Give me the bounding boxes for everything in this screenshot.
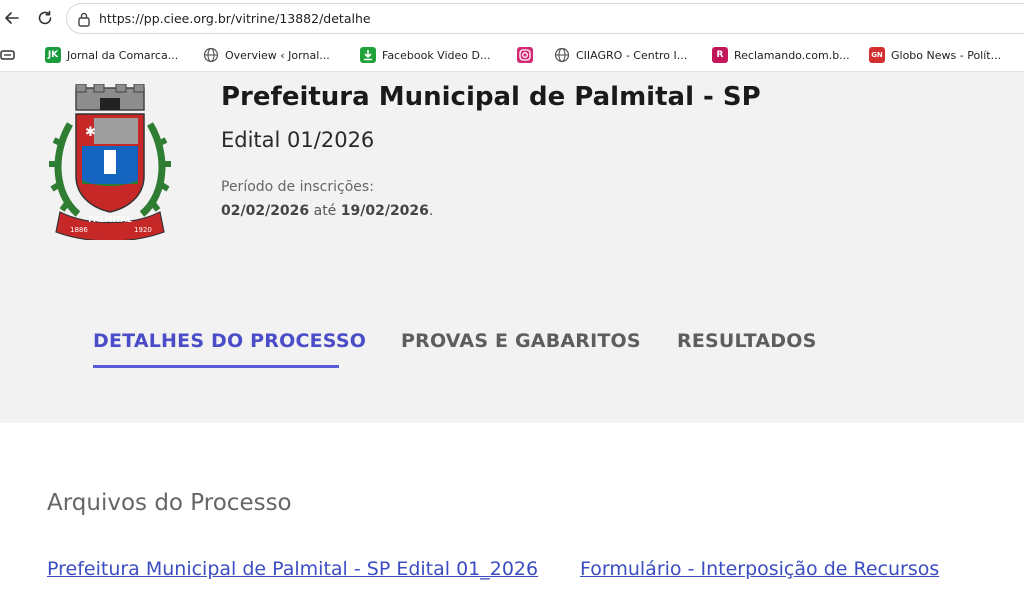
data-inicio: 02/02/2026 [221, 203, 310, 219]
address-bar[interactable]: https://pp.ciee.org.br/vitrine/13882/det… [66, 3, 1024, 34]
bookmarks-bar: JK Jornal da Comarca... Overview ‹ Jorna… [0, 38, 1024, 72]
bookmark-ciiagro[interactable]: CIIAGRO - Centro I... [554, 46, 687, 64]
reload-button[interactable] [33, 6, 57, 30]
bookmark-label: Reclamando.com.b... [734, 48, 850, 62]
tab-provas-e-gabaritos[interactable]: PROVAS E GABARITOS [401, 330, 641, 352]
back-button[interactable] [0, 6, 24, 30]
crest-year-left: 1886 [70, 226, 88, 234]
edital-file-link[interactable]: Prefeitura Municipal de Palmital - SP Ed… [47, 558, 538, 580]
globe-icon [203, 47, 219, 63]
download-icon [360, 47, 376, 63]
instagram-icon [517, 47, 533, 63]
bookmark-reclamando[interactable]: R Reclamando.com.b... [712, 46, 850, 64]
bookmarks-folder-button[interactable] [0, 46, 16, 64]
ate-text: até [313, 203, 337, 219]
site-info-icon[interactable] [77, 11, 91, 32]
crest-name-text: PALMITAL [88, 215, 131, 224]
crest-year-right: 1920 [134, 226, 152, 234]
bookmark-label: Globo News - Polít... [891, 48, 1002, 62]
edital-subtitle: Edital 01/2026 [221, 128, 375, 152]
tab-detalhes-do-processo[interactable]: DETALHES DO PROCESSO [93, 330, 366, 352]
bookmark-overview-jornal[interactable]: Overview ‹ Jornal... [203, 46, 330, 64]
periodo-period: . [428, 203, 434, 219]
bookmark-label: Overview ‹ Jornal... [225, 48, 330, 62]
periodo-label: Período de inscrições: [221, 179, 374, 195]
globe-icon [554, 47, 570, 63]
tab-resultados[interactable]: RESULTADOS [677, 330, 816, 352]
arrow-left-icon [5, 12, 19, 24]
page-title: Prefeitura Municipal de Palmital - SP [221, 82, 761, 112]
gn-icon: GN [869, 47, 885, 63]
bookmark-globo-news[interactable]: GN Globo News - Polít... [869, 46, 1001, 64]
svg-text:✱: ✱ [85, 125, 96, 140]
process-header: ✱ PALMITAL 1886 1920 Prefeitura Municipa… [0, 72, 1024, 423]
reclamando-icon: R [712, 47, 728, 63]
bookmark-facebook-video[interactable]: Facebook Video D... [360, 46, 490, 64]
bookmark-instagram[interactable] [517, 46, 539, 64]
recursos-form-link[interactable]: Formulário - Interposição de Recursos [580, 558, 939, 580]
municipal-crest: ✱ PALMITAL 1886 1920 [48, 83, 172, 245]
bookmark-jornal-comarca[interactable]: JK Jornal da Comarca... [45, 46, 178, 64]
periodo-dates: 02/02/2026 até 19/02/2026. [221, 203, 433, 219]
bookmark-label: CIIAGRO - Centro I... [576, 48, 688, 62]
data-fim: 19/02/2026 [340, 203, 429, 219]
reload-icon [38, 10, 52, 25]
tab-search-icon [0, 50, 15, 60]
url-text: https://pp.ciee.org.br/vitrine/13882/det… [99, 11, 371, 26]
jk-icon: JK [45, 47, 61, 63]
browser-toolbar: https://pp.ciee.org.br/vitrine/13882/det… [0, 0, 1024, 38]
bookmark-label: Facebook Video D... [382, 48, 491, 62]
active-tab-indicator [93, 365, 339, 368]
arquivos-section-title: Arquivos do Processo [47, 490, 292, 516]
bookmark-label: Jornal da Comarca... [67, 48, 179, 62]
